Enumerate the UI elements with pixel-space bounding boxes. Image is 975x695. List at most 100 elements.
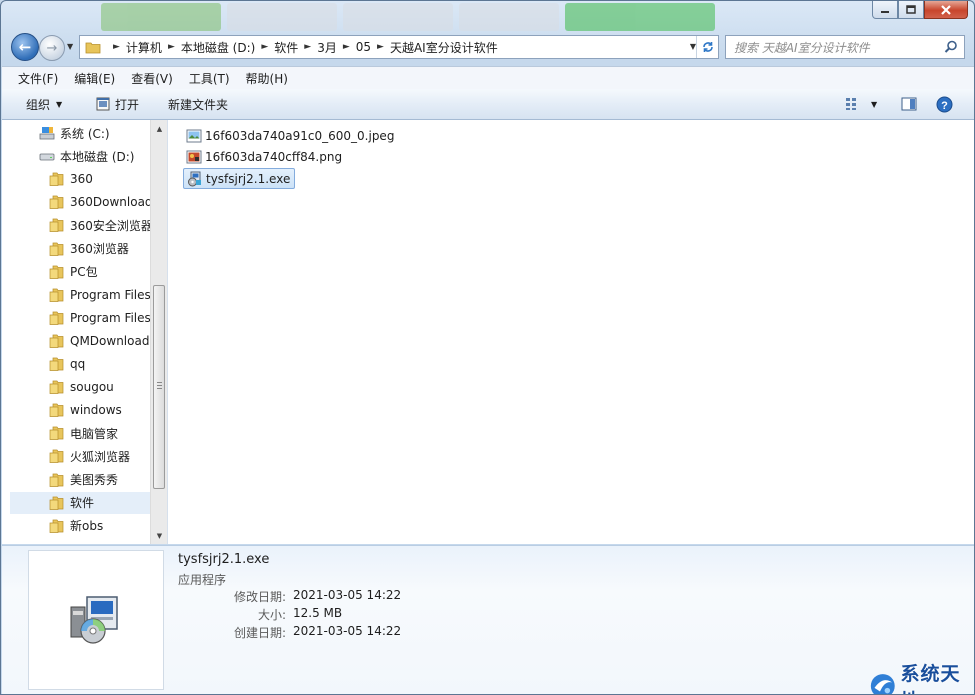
- change-view-button[interactable]: ▼: [845, 89, 877, 119]
- scroll-up-arrow-icon[interactable]: ▲: [151, 120, 167, 137]
- tree-item-folder[interactable]: QMDownload: [49, 330, 149, 352]
- folder-icon: [49, 195, 64, 210]
- breadcrumb-item[interactable]: 天越AI室分设计软件: [390, 39, 498, 56]
- file-thumbnail: [28, 550, 164, 690]
- breadcrumb-item[interactable]: 05: [356, 40, 371, 54]
- tree-item-folder[interactable]: 电脑管家: [49, 422, 118, 444]
- installer-icon: [188, 171, 201, 186]
- breadcrumb-separator[interactable]: ►: [168, 42, 175, 52]
- file-item[interactable]: 16f603da740a91c0_600_0.jpeg: [183, 126, 398, 146]
- menu-edit[interactable]: 编辑(E): [66, 70, 123, 87]
- back-button[interactable]: ←: [11, 33, 39, 61]
- file-name: 16f603da740a91c0_600_0.jpeg: [205, 129, 395, 143]
- tree-label: 360: [70, 172, 93, 187]
- folder-icon: [49, 265, 64, 279]
- preview-pane-icon: [901, 97, 917, 111]
- folder-icon: [49, 496, 64, 510]
- tree-item-folder[interactable]: 360安全浏览器: [49, 214, 153, 236]
- explorer-window: ← → ▼ ► 计算机 ► 本地磁盘 (D:) ► 软件 ► 3月 ► 05 ►…: [0, 0, 975, 695]
- close-button[interactable]: [924, 1, 968, 19]
- tree-label: 电脑管家: [70, 426, 119, 441]
- file-list: 16f603da740a91c0_600_0.jpeg 16f603da740c…: [168, 120, 974, 544]
- scrollbar-thumb[interactable]: [153, 285, 165, 489]
- help-button[interactable]: ?: [936, 89, 953, 119]
- tree-item-c-drive[interactable]: 系统 (C:): [39, 122, 110, 144]
- preview-pane-button[interactable]: [901, 89, 917, 119]
- details-file-type: 应用程序: [178, 573, 227, 587]
- tree-item-folder[interactable]: Program Files: [49, 284, 151, 306]
- menu-view[interactable]: 查看(V): [123, 70, 181, 87]
- folder-icon: [49, 242, 64, 256]
- breadcrumb-item[interactable]: 3月: [317, 39, 337, 56]
- breadcrumb-separator[interactable]: ►: [343, 42, 350, 52]
- tree-item-folder[interactable]: windows: [49, 399, 122, 421]
- tree-item-folder[interactable]: 360: [49, 168, 93, 190]
- breadcrumb-item[interactable]: 软件: [274, 39, 298, 56]
- maximize-icon: [906, 5, 916, 14]
- new-folder-button[interactable]: 新建文件夹: [168, 89, 228, 119]
- minimize-icon: [881, 10, 889, 13]
- tree-item-selected[interactable]: 软件: [10, 491, 150, 514]
- organize-button[interactable]: 组织 ▼: [26, 89, 62, 119]
- breadcrumb-separator[interactable]: ►: [261, 42, 268, 52]
- navigation-pane: 系统 (C:) 本地磁盘 (D:) 360 360Downloads 360安全浏览…: [2, 120, 168, 544]
- scroll-down-arrow-icon[interactable]: ▼: [151, 527, 167, 544]
- folder-icon: [49, 311, 64, 325]
- tree-item-folder[interactable]: 360Downloads: [49, 191, 159, 213]
- tree-label: 360浏览器: [70, 242, 129, 256]
- tree-label: Program Files: [70, 287, 151, 302]
- folder-icon: [49, 519, 64, 533]
- tree-label: 软件: [70, 496, 95, 511]
- folder-icon: [49, 473, 64, 487]
- modified-label: 修改日期:: [233, 590, 286, 604]
- tree-item-folder[interactable]: 360浏览器: [49, 238, 129, 260]
- tree-item-folder[interactable]: PC包: [49, 261, 98, 283]
- chevron-down-icon: ▼: [56, 99, 63, 109]
- address-bar[interactable]: ► 计算机 ► 本地磁盘 (D:) ► 软件 ► 3月 ► 05 ► 天越AI室…: [79, 35, 719, 59]
- folder-icon: [49, 426, 64, 441]
- organize-label: 组织: [26, 97, 51, 112]
- breadcrumb-item[interactable]: 计算机: [126, 39, 162, 56]
- folder-icon: [49, 380, 64, 394]
- menu-help[interactable]: 帮助(H): [238, 70, 296, 87]
- tree-item-folder[interactable]: 火狐浏览器: [49, 445, 130, 467]
- minimize-button[interactable]: [872, 1, 898, 19]
- tree-label: sougou: [70, 380, 114, 395]
- menu-file[interactable]: 文件(F): [2, 70, 66, 87]
- open-button[interactable]: 打开: [95, 89, 139, 119]
- site-logo-icon: [870, 674, 895, 694]
- drive-icon: [39, 153, 55, 161]
- png-image-icon: [186, 150, 202, 164]
- breadcrumb-separator[interactable]: ►: [377, 42, 384, 52]
- forward-button[interactable]: →: [39, 35, 65, 61]
- tree-label: 系统 (C:): [60, 126, 110, 141]
- tree-item-folder[interactable]: Program Files: [49, 307, 151, 329]
- file-item-selected[interactable]: tysfsjrj2.1.exe: [183, 168, 296, 189]
- breadcrumb-separator[interactable]: ►: [304, 42, 311, 52]
- breadcrumb-item[interactable]: 本地磁盘 (D:): [181, 39, 255, 56]
- search-icon[interactable]: [944, 40, 958, 54]
- menu-tools[interactable]: 工具(T): [181, 70, 238, 87]
- tree-item-folder[interactable]: 美图秀秀: [49, 469, 118, 491]
- file-item[interactable]: 16f603da740cff84.png: [183, 147, 346, 167]
- breadcrumb-separator[interactable]: ►: [113, 42, 120, 52]
- watermark-text: 系统天地: [900, 663, 961, 694]
- modified-value: 2021-03-05 14:22: [293, 588, 402, 602]
- chevron-down-icon: ▼: [871, 99, 878, 109]
- nav-scrollbar[interactable]: ▲ ▼: [150, 120, 167, 544]
- refresh-button[interactable]: [696, 36, 718, 58]
- tree-item-folder[interactable]: 新obs: [49, 515, 103, 537]
- details-file-name: tysfsjrj2.1.exe: [178, 552, 270, 567]
- tree-label: 火狐浏览器: [70, 449, 131, 464]
- recent-pages-dropdown[interactable]: ▼: [67, 42, 73, 51]
- folder-icon: [49, 450, 64, 464]
- open-file-icon: [96, 97, 110, 111]
- forward-arrow-icon: →: [46, 40, 58, 56]
- tree-item-d-drive[interactable]: 本地磁盘 (D:): [39, 145, 134, 167]
- search-input[interactable]: 搜索 天越AI室分设计软件: [725, 35, 965, 59]
- maximize-button[interactable]: [898, 1, 924, 19]
- size-label: 大小:: [257, 608, 286, 622]
- tree-item-folder[interactable]: sougou: [49, 376, 114, 398]
- tree-label: windows: [70, 403, 122, 418]
- tree-item-folder[interactable]: qq: [49, 353, 85, 375]
